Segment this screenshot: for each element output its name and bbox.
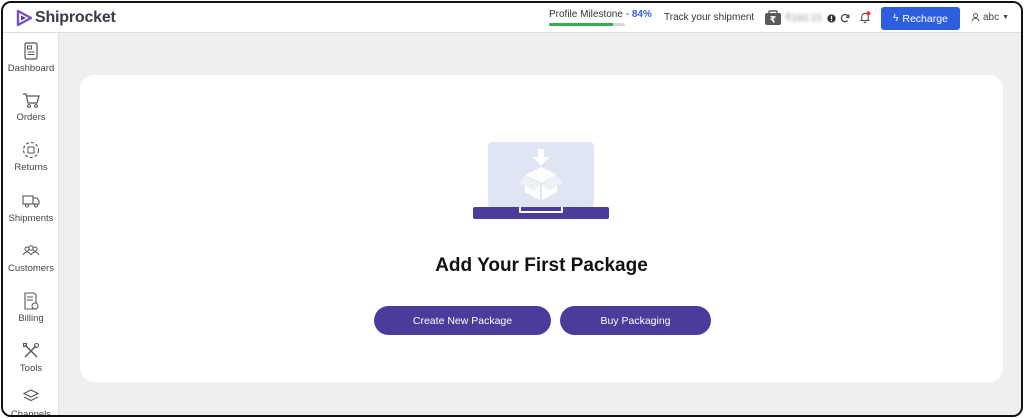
cart-icon [23, 93, 40, 108]
sidebar-item-label: Orders [16, 112, 46, 123]
refresh-icon[interactable] [840, 13, 850, 23]
wallet-amount: ₹160.15 [785, 12, 822, 24]
sidebar-item-label: Returns [14, 162, 48, 173]
info-icon[interactable] [827, 13, 836, 23]
milestone-label: Profile Milestone - [549, 9, 632, 20]
sidebar-item-label: Tools [19, 363, 43, 374]
sidebar-item-shipments[interactable]: Shipments [3, 191, 59, 235]
sidebar-item-customers[interactable]: Customers [3, 241, 59, 285]
logo-text: Shiprocket [35, 8, 116, 26]
milestone-percent: 84% [631, 9, 652, 20]
sidebar-item-tools[interactable]: Tools [3, 341, 59, 385]
shiprocket-logo-icon [16, 9, 33, 26]
sidebar: Dashboard Orders Returns Shipments Custo… [3, 33, 59, 417]
sidebar-item-label: Shipments [8, 213, 54, 224]
track-shipment-link[interactable]: Track your shipment [664, 12, 754, 23]
sidebar-item-orders[interactable]: Orders [3, 90, 59, 134]
sidebar-item-dashboard[interactable]: Dashboard [3, 41, 59, 85]
sidebar-item-channels[interactable]: Channels [3, 387, 59, 417]
app-window: Shiprocket Profile Milestone - 84% Track… [1, 1, 1023, 417]
sidebar-item-returns[interactable]: Returns [3, 140, 59, 184]
sidebar-item-label: Customers [8, 263, 54, 274]
truck-icon [22, 195, 40, 208]
svg-text:₹: ₹ [770, 16, 776, 26]
wallet-balance[interactable]: ₹ ₹160.15 [764, 10, 836, 26]
milestone-progress-bar [549, 23, 625, 26]
returns-icon [22, 141, 40, 159]
recharge-button[interactable]: ϟ Recharge [881, 7, 960, 30]
profile-milestone[interactable]: Profile Milestone - 84% [549, 9, 652, 26]
logo[interactable]: Shiprocket [15, 9, 116, 27]
create-new-package-button[interactable]: Create New Package [374, 306, 551, 335]
top-header: Shiprocket Profile Milestone - 84% Track… [3, 3, 1021, 33]
sidebar-item-label: Channels [10, 409, 52, 417]
sidebar-item-label: Dashboard [7, 63, 55, 74]
milestone-progress-fill [549, 23, 613, 26]
user-name: abc [983, 12, 1000, 23]
empty-state-card: Add Your First Package Create New Packag… [80, 75, 1003, 382]
sidebar-item-billing[interactable]: Billing [3, 291, 59, 335]
chevron-down-icon: ▼ [1002, 14, 1010, 21]
lightning-icon: ϟ [893, 13, 899, 24]
recharge-label: Recharge [902, 12, 948, 25]
tools-icon [23, 343, 39, 358]
wallet-icon: ₹ [765, 10, 781, 26]
notification-bell-icon[interactable] [859, 11, 871, 24]
buy-packaging-button[interactable]: Buy Packaging [560, 306, 711, 335]
customers-icon [23, 245, 39, 256]
channels-icon [22, 389, 40, 402]
sidebar-item-label: Billing [18, 313, 44, 324]
laptop-package-illustration [473, 142, 609, 219]
user-icon [971, 13, 980, 22]
dashboard-icon [24, 42, 38, 60]
billing-icon [24, 292, 39, 310]
user-menu[interactable]: abc ▼ [971, 12, 1009, 23]
page-title: Add Your First Package [435, 255, 648, 276]
